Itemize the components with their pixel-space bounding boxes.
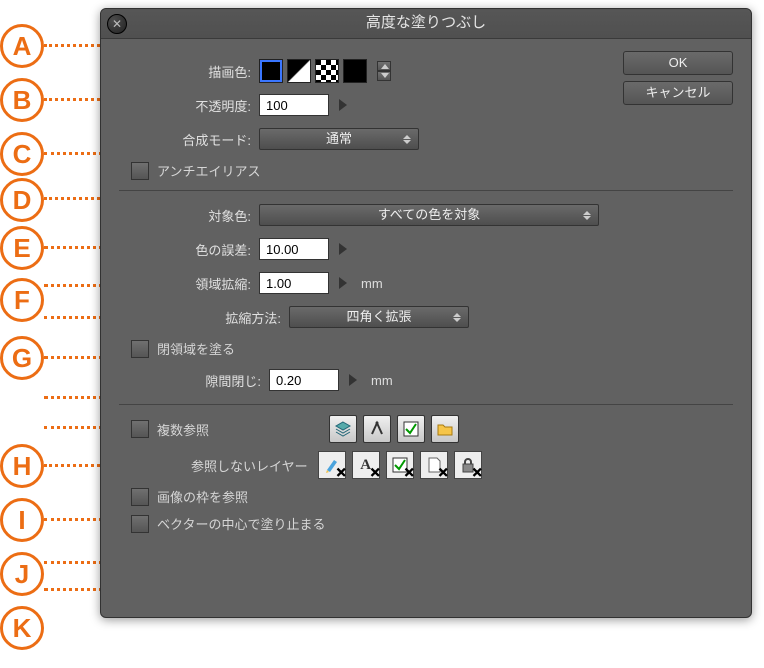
expand-unit: mm bbox=[361, 276, 383, 291]
tolerance-slider-icon[interactable] bbox=[339, 243, 347, 255]
close-button[interactable]: ✕ bbox=[107, 14, 127, 34]
antialias-checkbox[interactable] bbox=[131, 162, 149, 180]
expand-slider-icon[interactable] bbox=[339, 277, 347, 289]
draw-color-label: 描画色: bbox=[119, 62, 259, 81]
expand-method-label: 拡縮方法: bbox=[119, 308, 289, 327]
annot-a: A bbox=[0, 24, 44, 68]
opacity-label: 不透明度: bbox=[119, 96, 259, 115]
vector-center-checkbox[interactable] bbox=[131, 515, 149, 533]
ref-check-icon[interactable] bbox=[397, 415, 425, 443]
exclude-paper-icon[interactable]: ✕ bbox=[420, 451, 448, 479]
swatch-primary[interactable] bbox=[259, 59, 283, 83]
fill-enclosed-label: 閉領域を塗る bbox=[157, 339, 235, 358]
annot-i: I bbox=[0, 498, 44, 542]
gap-close-input[interactable] bbox=[269, 369, 339, 391]
target-color-label: 対象色: bbox=[119, 206, 259, 225]
swatch-stepper[interactable] bbox=[377, 61, 391, 81]
exclude-check-icon[interactable]: ✕ bbox=[386, 451, 414, 479]
dialog-title: 高度な塗りつぶし bbox=[366, 14, 486, 31]
annot-f: F bbox=[0, 278, 44, 322]
annot-e: E bbox=[0, 226, 44, 270]
expand-input[interactable] bbox=[259, 272, 329, 294]
exclude-lock-icon[interactable]: ✕ bbox=[454, 451, 482, 479]
exclude-text-icon[interactable]: A✕ bbox=[352, 451, 380, 479]
tolerance-input[interactable] bbox=[259, 238, 329, 260]
annot-h: H bbox=[0, 444, 44, 488]
annot-k: K bbox=[0, 606, 44, 650]
exclude-pencil-icon[interactable]: ✕ bbox=[318, 451, 346, 479]
swatch-black[interactable] bbox=[343, 59, 367, 83]
blend-value: 通常 bbox=[326, 131, 352, 146]
swatch-fgbg[interactable] bbox=[287, 59, 311, 83]
ref-layers-icon[interactable] bbox=[329, 415, 357, 443]
annot-b: B bbox=[0, 78, 44, 122]
draw-color-swatches bbox=[259, 59, 391, 83]
expand-method-dropdown[interactable]: 四角く拡張 bbox=[289, 306, 469, 328]
multi-ref-label: 複数参照 bbox=[157, 420, 209, 439]
gap-close-label: 隙間閉じ: bbox=[119, 371, 269, 390]
opacity-slider-icon[interactable] bbox=[339, 99, 347, 111]
multi-ref-checkbox[interactable] bbox=[131, 420, 149, 438]
annot-j: J bbox=[0, 552, 44, 596]
cancel-button[interactable]: キャンセル bbox=[623, 81, 733, 105]
gap-close-unit: mm bbox=[371, 373, 393, 388]
ref-picker-icon[interactable] bbox=[363, 415, 391, 443]
expand-label: 領域拡縮: bbox=[119, 274, 259, 293]
fill-enclosed-checkbox[interactable] bbox=[131, 340, 149, 358]
frame-ref-checkbox[interactable] bbox=[131, 488, 149, 506]
swatch-checker[interactable] bbox=[315, 59, 339, 83]
opacity-input[interactable] bbox=[259, 94, 329, 116]
ok-button[interactable]: OK bbox=[623, 51, 733, 75]
ref-folder-icon[interactable] bbox=[431, 415, 459, 443]
vector-center-label: ベクターの中心で塗り止まる bbox=[157, 514, 325, 533]
target-color-dropdown[interactable]: すべての色を対象 bbox=[259, 204, 599, 226]
annot-d: D bbox=[0, 178, 44, 222]
antialias-label: アンチエイリアス bbox=[157, 161, 260, 180]
separator-2 bbox=[119, 404, 733, 405]
annot-c: C bbox=[0, 132, 44, 176]
dialog-titlebar: ✕ 高度な塗りつぶし bbox=[101, 9, 751, 39]
target-color-value: すべての色を対象 bbox=[378, 207, 481, 222]
expand-method-value: 四角く拡張 bbox=[346, 309, 411, 324]
gap-close-slider-icon[interactable] bbox=[349, 374, 357, 386]
frame-ref-label: 画像の枠を参照 bbox=[157, 487, 248, 506]
advanced-fill-dialog: ✕ 高度な塗りつぶし OK キャンセル 描画色: 不透明度: 合成モ bbox=[100, 8, 752, 618]
blend-dropdown[interactable]: 通常 bbox=[259, 128, 419, 150]
exclude-layers-label: 参照しないレイヤー bbox=[191, 456, 308, 475]
blend-label: 合成モード: bbox=[119, 130, 259, 149]
tolerance-label: 色の誤差: bbox=[119, 240, 259, 259]
annot-g: G bbox=[0, 336, 44, 380]
separator-1 bbox=[119, 190, 733, 191]
